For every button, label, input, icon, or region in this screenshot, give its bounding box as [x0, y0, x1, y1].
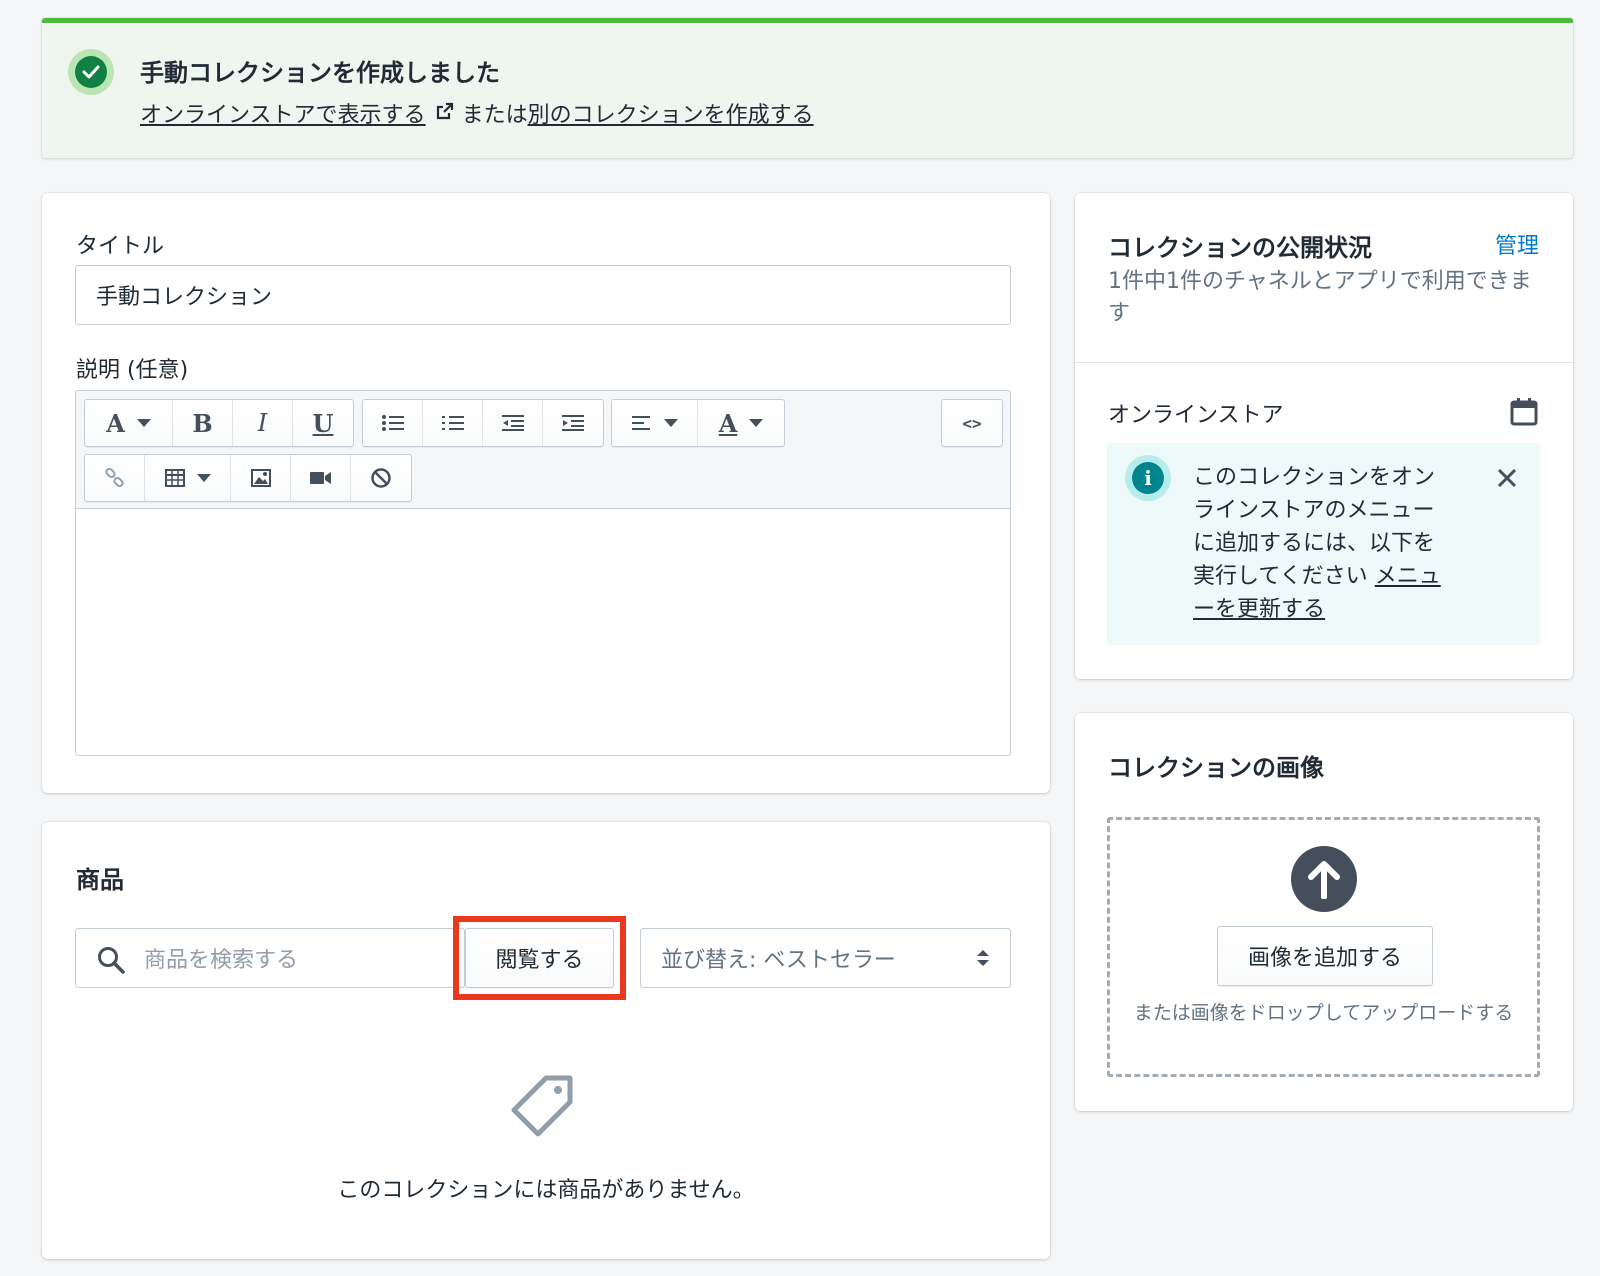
add-image-button[interactable]: 画像を追加する [1217, 926, 1433, 986]
bold-button[interactable]: B [173, 400, 233, 446]
availability-divider [1075, 362, 1573, 363]
availability-subtitle: 1件中1件のチャネルとアプリで利用できます [1108, 269, 1532, 326]
clear-formatting-button[interactable] [351, 455, 411, 501]
menu-info-box: i このコレクションをオンラインストアのメニューに追加するには、以下を実行してく… [1107, 443, 1540, 645]
select-arrows-icon [976, 947, 990, 975]
availability-title: コレクションの公開状況 [1108, 234, 1372, 262]
external-link-icon [436, 101, 454, 126]
chevron-down-icon [749, 419, 764, 427]
insert-image-button[interactable] [231, 455, 291, 501]
sort-select[interactable]: 並び替え: ベストセラー [640, 928, 1011, 988]
upload-arrow-icon [1291, 846, 1357, 912]
font-dropdown-button[interactable]: A [85, 400, 173, 446]
clear-formatting-icon [371, 468, 391, 488]
bullet-list-button[interactable] [363, 400, 423, 446]
info-icon: i [1125, 455, 1171, 501]
success-banner: 手動コレクションを作成しました オンラインストアで表示する または 別のコレクシ… [42, 18, 1573, 158]
view-in-store-link[interactable]: オンラインストアで表示する [140, 97, 426, 129]
font-label: A [106, 408, 125, 438]
banner-links: オンラインストアで表示する または 別のコレクションを作成する [140, 97, 814, 129]
numbered-list-icon [441, 416, 464, 430]
image-icon [250, 469, 271, 487]
calendar-icon[interactable] [1510, 398, 1538, 430]
html-code-button[interactable]: <> [942, 400, 1002, 446]
image-dropzone[interactable]: 画像を追加する または画像をドロップしてアップロードする [1107, 817, 1540, 1077]
menu-info-text: このコレクションをオンラインストアのメニューに追加するには、以下を実行してくださ… [1193, 461, 1455, 626]
success-check-icon [68, 49, 114, 95]
banner-or-text: または [461, 103, 528, 128]
insert-group [84, 454, 412, 502]
products-title: 商品 [76, 866, 124, 894]
format-group: A B I U [84, 399, 354, 447]
editor-toolbar: A B I U A <> [76, 391, 1010, 509]
chevron-down-icon [663, 419, 678, 427]
text-color-label: A [718, 408, 738, 438]
video-icon [309, 472, 331, 484]
title-label: タイトル [76, 234, 165, 259]
underline-button[interactable]: U [293, 400, 353, 446]
chevron-down-icon [196, 474, 211, 482]
create-another-link[interactable]: 別のコレクションを作成する [528, 97, 814, 129]
numbered-list-button[interactable] [423, 400, 483, 446]
product-tag-icon [508, 1070, 578, 1144]
insert-video-button[interactable] [291, 455, 351, 501]
align-left-icon [631, 416, 650, 430]
indent-icon [562, 415, 584, 431]
online-store-label: オンラインストア [1108, 403, 1284, 428]
table-icon [164, 469, 185, 487]
code-group: <> [941, 399, 1003, 447]
table-dropdown-button[interactable] [145, 455, 231, 501]
image-card-title: コレクションの画像 [1108, 754, 1324, 782]
description-editor: A B I U A <> [75, 390, 1011, 756]
close-icon[interactable] [1496, 467, 1518, 493]
italic-button[interactable]: I [233, 400, 293, 446]
search-placeholder: 商品を検索する [144, 948, 299, 973]
bullet-list-icon [381, 415, 404, 431]
chevron-down-icon [136, 419, 151, 427]
outdent-button[interactable] [483, 400, 543, 446]
sort-label: 並び替え: ベストセラー [661, 948, 896, 973]
title-input[interactable]: 手動コレクション [75, 265, 1011, 325]
link-icon [104, 467, 124, 488]
align-dropdown-button[interactable] [612, 400, 698, 446]
search-icon [96, 945, 126, 979]
drop-text: または画像をドロップしてアップロードする [1133, 1002, 1514, 1024]
outdent-icon [501, 415, 524, 431]
browse-button[interactable]: 閲覧する [465, 928, 614, 988]
list-group [362, 399, 604, 447]
text-color-button[interactable]: A [698, 400, 784, 446]
editor-content-area[interactable] [76, 509, 1010, 755]
product-search-input[interactable]: 商品を検索する [75, 928, 465, 988]
description-label: 説明 (任意) [76, 358, 189, 383]
align-group: A [611, 399, 785, 447]
indent-button[interactable] [543, 400, 603, 446]
manage-link[interactable]: 管理 [1495, 228, 1539, 260]
empty-products-text: このコレクションには商品がありません。 [337, 1178, 755, 1203]
banner-title: 手動コレクションを作成しました [140, 59, 500, 87]
insert-link-button[interactable] [85, 455, 145, 501]
